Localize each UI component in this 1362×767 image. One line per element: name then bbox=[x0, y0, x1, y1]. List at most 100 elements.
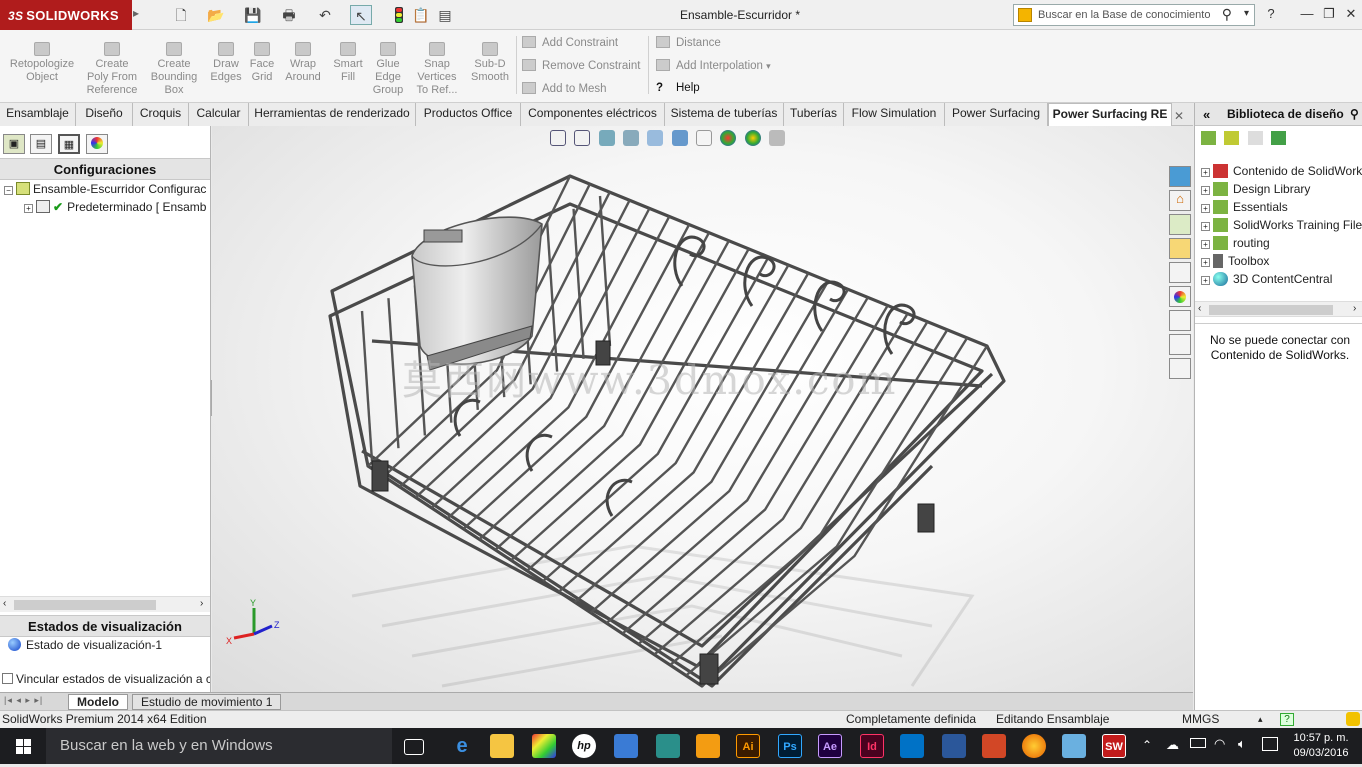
link-display-states-checkbox-row[interactable]: Vincular estados de visualización a co bbox=[2, 672, 210, 686]
close-button[interactable]: ✕ bbox=[1342, 6, 1360, 24]
new-document-icon[interactable]: 🗋 bbox=[170, 5, 192, 25]
library-horizontal-scrollbar[interactable]: ‹ › bbox=[1195, 301, 1362, 317]
file-properties-icon[interactable]: 📋 bbox=[410, 5, 432, 25]
wrap-around-button[interactable]: Wrap Around bbox=[280, 42, 326, 84]
expand-icon[interactable]: + bbox=[1201, 186, 1210, 195]
expand-icon[interactable]: + bbox=[1201, 222, 1210, 231]
collapse-icon[interactable]: − bbox=[4, 186, 13, 195]
tab-tuberias[interactable]: Tuberías bbox=[784, 103, 844, 126]
library-item-essentials[interactable]: + Essentials bbox=[1201, 200, 1362, 214]
sub-d-smooth-button[interactable]: Sub-D Smooth bbox=[466, 42, 514, 84]
quick-tips-button[interactable]: ? bbox=[1280, 713, 1294, 726]
start-button[interactable] bbox=[0, 728, 46, 764]
tab-ensamblaje[interactable]: Ensamblaje bbox=[0, 103, 76, 126]
snap-vertices-button[interactable]: Snap Vertices To Ref... bbox=[412, 42, 462, 97]
pin-icon[interactable]: ⚲ bbox=[1350, 103, 1359, 126]
pinnacle-app-icon[interactable] bbox=[532, 734, 556, 758]
photos-app-icon[interactable] bbox=[1062, 734, 1086, 758]
rebuild-traffic-light-icon[interactable] bbox=[388, 5, 410, 25]
add-to-mesh-button[interactable]: Add to Mesh bbox=[522, 82, 607, 95]
refresh-icon[interactable] bbox=[1271, 131, 1287, 145]
smart-fill-button[interactable]: Smart Fill bbox=[328, 42, 368, 84]
dish-rack-model[interactable] bbox=[212, 126, 1193, 692]
minimize-button[interactable]: — bbox=[1298, 6, 1316, 24]
expand-icon[interactable]: + bbox=[1201, 276, 1210, 285]
expand-icon[interactable]: + bbox=[1201, 240, 1210, 249]
system-clock[interactable]: 10:57 p. m. 09/03/2016 bbox=[1286, 731, 1356, 761]
outlook-icon[interactable] bbox=[900, 734, 924, 758]
restore-button[interactable]: ❐ bbox=[1320, 6, 1338, 24]
tab-componentes-electricos[interactable]: Componentes eléctricos bbox=[521, 103, 665, 126]
distance-button[interactable]: Distance bbox=[656, 36, 721, 49]
home-tab-icon[interactable]: ⌂ bbox=[1169, 190, 1191, 211]
file-explorer-tab-icon[interactable] bbox=[1169, 238, 1191, 259]
view-palette-tab-icon[interactable] bbox=[1169, 262, 1191, 283]
close-tab-icon[interactable]: ✕ bbox=[1174, 109, 1184, 123]
feature-manager-tab-icon[interactable]: ▣ bbox=[3, 134, 25, 154]
save-icon[interactable]: 💾 bbox=[242, 5, 264, 25]
select-pointer-icon[interactable]: ↖ bbox=[350, 5, 372, 25]
create-bounding-box-button[interactable]: Create Bounding Box bbox=[144, 42, 204, 97]
powerpoint-icon[interactable] bbox=[982, 734, 1006, 758]
expand-icon[interactable]: + bbox=[24, 204, 33, 213]
property-manager-tab-icon[interactable]: ▤ bbox=[30, 134, 52, 154]
rebuild-status-icon[interactable] bbox=[1346, 712, 1360, 726]
appearances-tab-icon[interactable] bbox=[1169, 286, 1191, 307]
custom-properties-tab-icon[interactable] bbox=[1169, 310, 1191, 331]
scroll-left-icon[interactable]: ‹ bbox=[1198, 303, 1201, 314]
help-button[interactable]: ? bbox=[1262, 6, 1280, 24]
resources-tab-icon[interactable] bbox=[1169, 166, 1191, 187]
tab-herramientas-renderizado[interactable]: Herramientas de renderizado bbox=[249, 103, 416, 126]
chevron-down-icon[interactable]: ▾ bbox=[1244, 8, 1249, 19]
retopologize-object-button[interactable]: Retopologize Object bbox=[4, 42, 80, 84]
volume-icon[interactable]: 🔈︎ bbox=[1238, 736, 1246, 752]
units-selector[interactable]: MMGS bbox=[1182, 711, 1219, 728]
expand-icon[interactable]: + bbox=[1201, 204, 1210, 213]
wifi-icon[interactable]: ◠ bbox=[1214, 736, 1225, 752]
scroll-right-icon[interactable]: › bbox=[200, 598, 203, 609]
logo-menu-arrow-icon[interactable]: ▸ bbox=[133, 6, 139, 20]
after-effects-icon[interactable]: Ae bbox=[818, 734, 842, 758]
tab-flow-simulation[interactable]: Flow Simulation bbox=[844, 103, 945, 126]
solidworks-logo[interactable]: 3S SOLIDWORKS bbox=[0, 0, 132, 30]
left-panel-horizontal-scrollbar[interactable]: ‹ › bbox=[0, 596, 210, 612]
tree-item-default-config[interactable]: + ✔ Predeterminado [ Ensamb bbox=[24, 200, 210, 214]
add-interpolation-button[interactable]: Add Interpolation ▾ bbox=[656, 59, 771, 72]
tab-power-surfacing-re[interactable]: Power Surfacing RE bbox=[1048, 103, 1172, 127]
units-dropdown-icon[interactable]: ▴ bbox=[1258, 711, 1263, 728]
battery-icon[interactable] bbox=[1190, 738, 1206, 748]
remove-constraint-button[interactable]: Remove Constraint bbox=[522, 59, 640, 72]
face-grid-button[interactable]: Face Grid bbox=[246, 42, 278, 84]
undo-icon[interactable]: ↶ bbox=[314, 5, 336, 25]
file-explorer-icon[interactable] bbox=[490, 734, 514, 758]
add-to-library-icon[interactable] bbox=[1201, 131, 1216, 145]
create-new-folder-icon[interactable] bbox=[1247, 131, 1263, 145]
configuration-manager-tab-icon[interactable]: ▦ bbox=[58, 134, 80, 154]
library-item-training-files[interactable]: + SolidWorks Training Files bbox=[1201, 218, 1362, 232]
maya-app-icon[interactable] bbox=[656, 734, 680, 758]
firefox-icon[interactable] bbox=[1022, 734, 1046, 758]
solidworks-taskbar-icon[interactable]: SW bbox=[1102, 734, 1126, 758]
library-item-toolbox[interactable]: + Toolbox bbox=[1201, 254, 1362, 268]
hp-app-icon[interactable]: hp bbox=[572, 734, 596, 758]
scroll-left-icon[interactable]: ‹ bbox=[3, 598, 6, 609]
tab-motion-study[interactable]: Estudio de movimiento 1 bbox=[132, 694, 282, 710]
tab-sistema-tuberias[interactable]: Sistema de tuberías bbox=[665, 103, 784, 126]
tree-root-assembly[interactable]: − Ensamble-Escurridor Configurac bbox=[4, 182, 210, 196]
tab-power-surfacing[interactable]: Power Surfacing bbox=[945, 103, 1048, 126]
tab-scroll-arrows-icon[interactable]: |◂ ◂ ▸ ▸| bbox=[4, 695, 43, 706]
expand-icon[interactable]: + bbox=[1201, 168, 1210, 177]
library-item-solidworks-content[interactable]: + Contenido de SolidWorks bbox=[1201, 164, 1362, 178]
knowledge-base-search-input[interactable]: Buscar en la Base de conocimiento ⚲ ▾ bbox=[1013, 4, 1255, 26]
photoshop-icon[interactable]: Ps bbox=[778, 734, 802, 758]
scrollbar-thumb[interactable] bbox=[1209, 305, 1333, 315]
tab-diseno[interactable]: Diseño bbox=[76, 103, 133, 126]
edge-browser-icon[interactable]: e bbox=[450, 734, 474, 758]
search-icon[interactable]: ⚲ bbox=[1222, 6, 1232, 23]
taskbar-search-box[interactable]: Buscar en la web y en Windows bbox=[46, 728, 392, 764]
scrollbar-thumb[interactable] bbox=[14, 600, 156, 610]
indesign-icon[interactable]: Id bbox=[860, 734, 884, 758]
tab-modelo[interactable]: Modelo bbox=[68, 694, 128, 710]
onedrive-icon[interactable]: ☁ bbox=[1166, 737, 1179, 753]
scroll-right-icon[interactable]: › bbox=[1353, 303, 1356, 314]
